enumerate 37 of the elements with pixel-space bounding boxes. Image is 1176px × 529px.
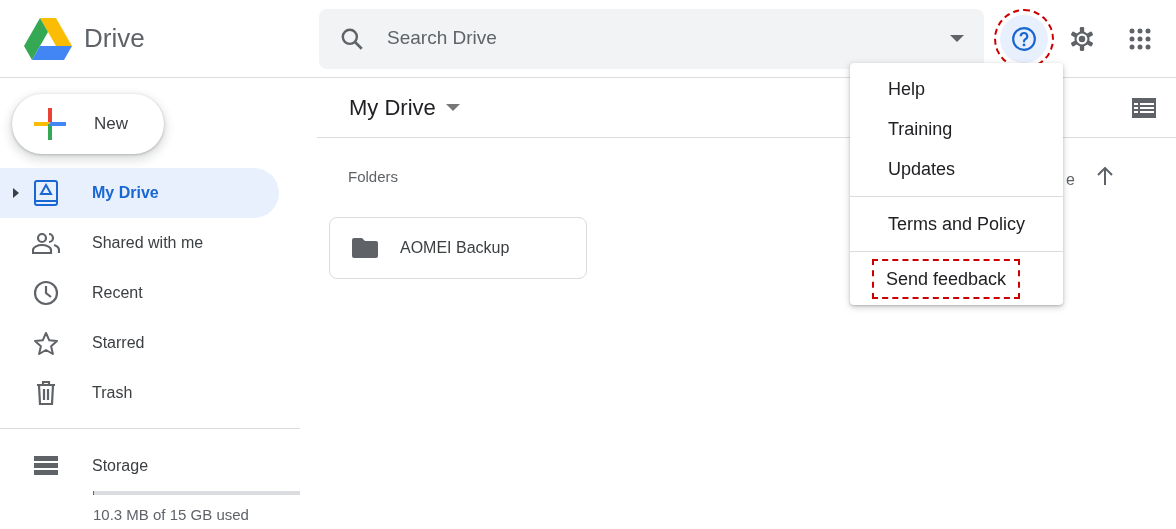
menu-item[interactable]: Terms and Policy (850, 204, 1063, 244)
caret-icon[interactable] (445, 103, 460, 112)
search-field[interactable]: Search Drive (385, 23, 930, 54)
apps-icon (1129, 27, 1151, 50)
sort-label[interactable]: e (1066, 168, 1075, 192)
storage-usage: 10.3 MB of 15 GB used (93, 505, 250, 525)
menu-item[interactable]: Send feedback (872, 259, 1020, 299)
expand-arrow-icon[interactable] (13, 188, 19, 198)
people-icon (32, 232, 60, 254)
menu-item[interactable]: Updates (850, 149, 1063, 189)
settings-icon (1069, 25, 1095, 52)
menu-item[interactable]: Help (850, 69, 1063, 109)
search-bar[interactable]: Search Drive (319, 8, 984, 69)
new-button[interactable]: New (12, 94, 164, 154)
section-heading: Folders (348, 167, 399, 187)
sidebar-item[interactable]: My Drive (0, 168, 279, 218)
help-icon (1011, 25, 1037, 52)
storage-icon (34, 456, 58, 476)
folder-card[interactable]: AOMEI Backup (329, 216, 587, 279)
caret-icon[interactable] (950, 34, 964, 43)
star-icon (33, 330, 59, 356)
sidebar-item[interactable]: Recent (0, 268, 279, 318)
plus-icon (32, 106, 68, 142)
app-title: Drive (84, 22, 145, 55)
storage-item[interactable]: Storage (0, 441, 279, 491)
menu-item[interactable]: Training (850, 109, 1063, 149)
page-title[interactable]: My Drive (349, 91, 436, 124)
trash-icon (36, 381, 56, 405)
sidebar-item[interactable]: Starred (0, 318, 279, 368)
list-view-icon[interactable] (1132, 97, 1156, 118)
folder-icon (352, 237, 378, 258)
sort-arrow-icon[interactable] (1097, 167, 1113, 185)
sidebar-item[interactable]: Trash (0, 368, 279, 418)
drive-icon (34, 180, 58, 206)
clock-icon (33, 280, 59, 306)
drive-logo-icon (24, 17, 72, 60)
sidebar-item[interactable]: Shared with me (0, 218, 279, 268)
